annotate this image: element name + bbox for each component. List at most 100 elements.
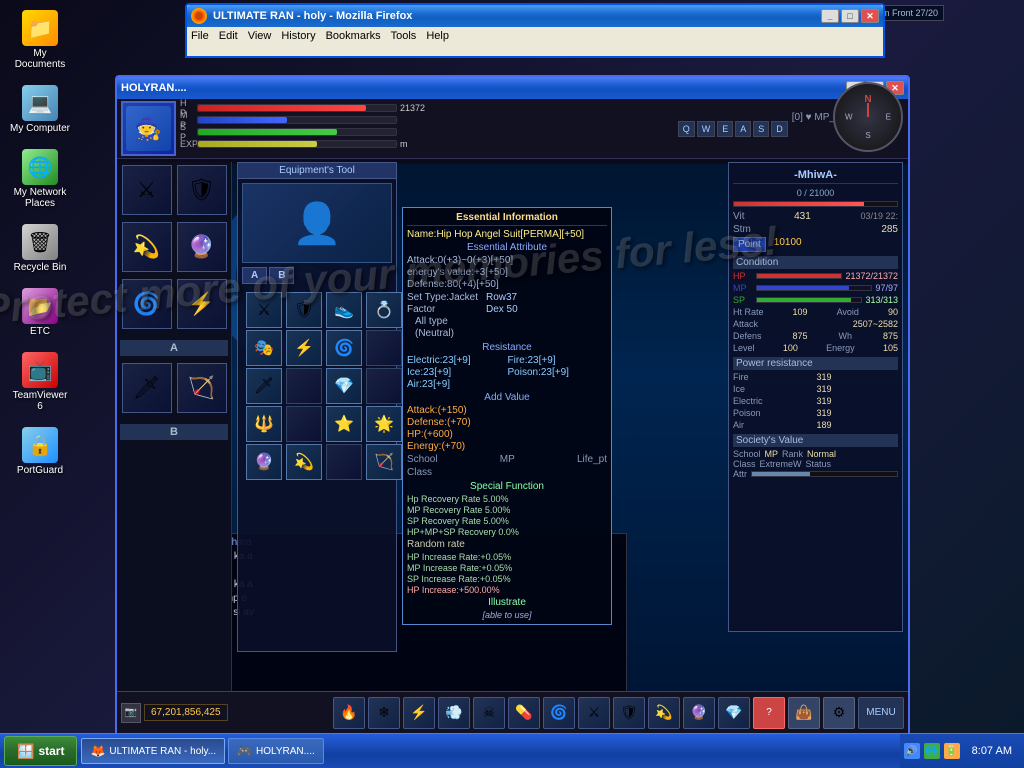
equip-slot-1[interactable]: 🛡 [286,292,322,328]
tooltip-mp-recovery: MP Recovery Rate 5.00% [407,505,607,515]
menu-file[interactable]: File [191,30,209,42]
equip-slot-12[interactable]: 🔱 [246,406,282,442]
action-icon-2[interactable]: ❄ [368,697,400,729]
skill-icon-7[interactable]: 🗡 [122,363,172,413]
etc-icon[interactable]: 📂 ETC [10,288,70,337]
firefox-titlebar: ULTIMATE RAN - holy - Mozilla Firefox _ … [187,5,883,27]
action-icon-3[interactable]: ⚡ [403,697,435,729]
q-button[interactable]: Q [678,121,695,137]
action-icon-8[interactable]: ⚔ [578,697,610,729]
taskbar-clock: 8:07 AM [964,745,1020,757]
sp-bar-row: S P [180,127,670,137]
bottom-bar: 📷 67,201,856,425 🔥 ❄ ⚡ 💨 ☠ 💊 🌀 ⚔ 🛡 💫 🔮 💎… [117,691,908,733]
menu-view[interactable]: View [248,30,272,42]
settings-icon[interactable]: ⚙ [823,697,855,729]
teamviewer-icon[interactable]: 📺 TeamViewer 6 [10,352,70,412]
tooltip-hp-add: HP:(+600) [407,429,607,440]
skill-b-button[interactable]: B [120,424,228,440]
equip-slot-7[interactable] [366,330,402,366]
skill-icon-4[interactable]: 🔮 [177,222,227,272]
equip-slot-19[interactable]: 🏹 [366,444,402,480]
left-sidebar: ⚔ 🛡 💫 🔮 🌀 ⚡ A 🗡 🏹 B F2 [117,162,232,707]
skill-icon-1[interactable]: ⚔ [122,165,172,215]
fire-pr-val: 319 [817,372,899,382]
menu-help[interactable]: Help [426,30,449,42]
power-resistance-header: Power resistance [733,357,898,370]
point-button[interactable]: Point [733,237,766,252]
skill-icon-6[interactable]: ⚡ [177,279,227,329]
bag-icon[interactable]: 👜 [788,697,820,729]
exp-bar-fill [198,141,317,147]
cond-sp-val: 313/313 [865,295,898,305]
electric-pr-val: 319 [817,396,899,406]
firefox-minimize[interactable]: _ [821,9,839,23]
action-icon-4[interactable]: 💨 [438,697,470,729]
equip-slot-14[interactable]: ⭐ [326,406,362,442]
menu-button[interactable]: MENU [858,697,904,729]
skill-icon-5[interactable]: 🌀 [122,279,172,329]
equip-slot-10[interactable]: 💎 [326,368,362,404]
equip-slot-0[interactable]: ⚔ [246,292,282,328]
equip-slot-2[interactable]: 👟 [326,292,362,328]
action-icon-6[interactable]: 💊 [508,697,540,729]
equip-slot-6[interactable]: 🌀 [326,330,362,366]
a-button[interactable]: A [735,121,751,137]
skill-a-button[interactable]: A [120,340,228,356]
tooltip-electric: Electric:23[+9] [407,355,507,366]
equip-slot-a[interactable]: A [242,267,267,284]
tooltip-attack: Attack:0(+3)~0(+3)[+50] [407,255,607,266]
tooltip-able-use: [able to use] [407,610,607,620]
action-icon-1[interactable]: 🔥 [333,697,365,729]
level-row: Level 100 Energy 105 [733,343,898,353]
skill-icon-8[interactable]: 🏹 [177,363,227,413]
equip-slot-17[interactable]: 💫 [286,444,322,480]
equip-slot-11[interactable] [366,368,402,404]
camera-icon[interactable]: 📷 [121,703,141,723]
taskbar-item-0[interactable]: 🦊 ULTIMATE RAN - holy... [81,738,225,764]
action-icon-11[interactable]: 🔮 [683,697,715,729]
s-button[interactable]: S [753,121,769,137]
firefox-controls[interactable]: _ □ ✕ [821,9,879,23]
compass: N S E W [833,82,903,152]
portguard-icon[interactable]: 🔒 PortGuard [10,427,70,476]
skill-icon-3[interactable]: 💫 [122,222,172,272]
equip-slot-b[interactable]: B [269,267,294,284]
desktop-icons: 📁 My Documents 💻 My Computer 🌐 My Networ… [10,10,70,476]
menu-history[interactable]: History [281,30,315,42]
menu-bookmarks[interactable]: Bookmarks [326,30,381,42]
equip-slot-8[interactable]: 🗡 [246,368,282,404]
help-button[interactable]: ? [753,697,785,729]
d-button[interactable]: D [771,121,788,137]
action-icon-10[interactable]: 💫 [648,697,680,729]
my-network-icon[interactable]: 🌐 My Network Places [10,149,70,209]
equip-slot-18[interactable] [326,444,362,480]
defense-cond-val: 875 [793,331,808,341]
action-icon-9[interactable]: 🛡 [613,697,645,729]
w-button[interactable]: W [697,121,716,137]
recycle-bin-icon[interactable]: 🗑 Recycle Bin [10,224,70,273]
action-icon-12[interactable]: 💎 [718,697,750,729]
equip-slot-13[interactable] [286,406,322,442]
menu-tools[interactable]: Tools [391,30,417,42]
equip-slot-15[interactable]: 🌟 [366,406,402,442]
society-attr: Attr [733,469,898,479]
e-button[interactable]: E [717,121,733,137]
equip-slot-3[interactable]: 💍 [366,292,402,328]
taskbar-item-1[interactable]: 🎮 HOLYRAN.... [228,738,324,764]
action-icon-7[interactable]: 🌀 [543,697,575,729]
cond-mp-val: 97/97 [875,283,898,293]
my-computer-icon[interactable]: 💻 My Computer [10,85,70,134]
my-documents-icon[interactable]: 📁 My Documents [10,10,70,70]
tooltip-hp-increase: HP Increase Rate:+0.05% [407,552,607,562]
firefox-close[interactable]: ✕ [861,9,879,23]
action-icon-5[interactable]: ☠ [473,697,505,729]
equip-slot-9[interactable] [286,368,322,404]
menu-edit[interactable]: Edit [219,30,238,42]
skill-icon-2[interactable]: 🛡 [177,165,227,215]
equip-slot-16[interactable]: 🔮 [246,444,282,480]
firefox-maximize[interactable]: □ [841,9,859,23]
tooltip-air: Air:23[+9] [407,379,507,390]
equip-slot-4[interactable]: 🎭 [246,330,282,366]
equip-slot-5[interactable]: ⚡ [286,330,322,366]
start-button[interactable]: 🪟 start [4,736,77,766]
